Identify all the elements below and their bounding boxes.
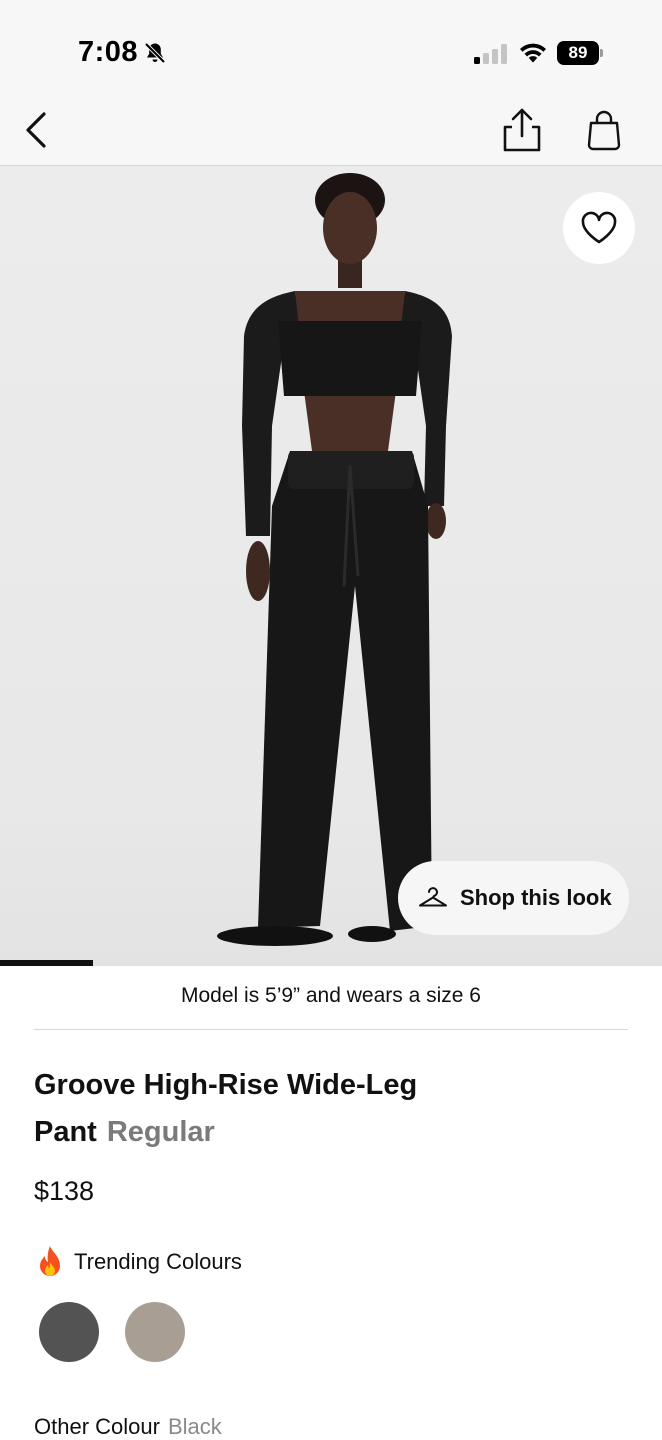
product-name: Groove High-Rise Wide-Leg Pant (34, 1069, 418, 1148)
bell-slash-icon (144, 42, 166, 64)
status-time: 7:08 (78, 36, 139, 68)
other-colour-label: Other Colour (34, 1414, 160, 1439)
carousel-progress-fill (0, 960, 93, 966)
carousel-progress-track (0, 960, 662, 966)
cellular-signal-icon (474, 44, 507, 64)
back-button[interactable] (20, 108, 56, 152)
share-icon (503, 108, 541, 152)
product-image-carousel[interactable]: Shop this look (0, 166, 662, 966)
other-colour-value: Black (167, 1414, 222, 1439)
wishlist-button[interactable] (563, 192, 635, 264)
fire-icon (40, 1246, 60, 1276)
other-colour-row: Other Colour Black (34, 1414, 222, 1440)
share-button[interactable] (500, 106, 544, 154)
trending-colours-label: Trending Colours (74, 1249, 242, 1274)
battery-indicator: 89 (557, 41, 603, 65)
nav-bar (0, 98, 662, 166)
hanger-icon (419, 887, 447, 907)
colour-swatch[interactable] (39, 1302, 99, 1362)
model-photo (217, 173, 452, 946)
battery-level: 89 (557, 41, 599, 65)
divider (34, 1029, 628, 1030)
shopping-bag-button[interactable] (584, 108, 624, 152)
trending-colours-header: Trending Colours (34, 1244, 242, 1280)
status-bar: 7:08 89 (0, 0, 662, 98)
shop-this-look-label: Shop this look (460, 885, 612, 910)
product-title: Groove High-Rise Wide-Leg Pant Regular (34, 1062, 504, 1156)
price: $138 (34, 1176, 95, 1206)
battery-cap (600, 49, 603, 57)
model-size-note: Model is 5’9” and wears a size 6 (181, 984, 481, 1007)
chevron-left-icon (26, 112, 46, 148)
fit-label: Regular (106, 1116, 215, 1148)
colour-swatch[interactable] (125, 1302, 185, 1362)
shopping-bag-icon (587, 110, 621, 151)
heart-icon (581, 211, 617, 244)
shop-this-look-button[interactable]: Shop this look (398, 861, 629, 935)
wifi-icon (520, 43, 546, 63)
